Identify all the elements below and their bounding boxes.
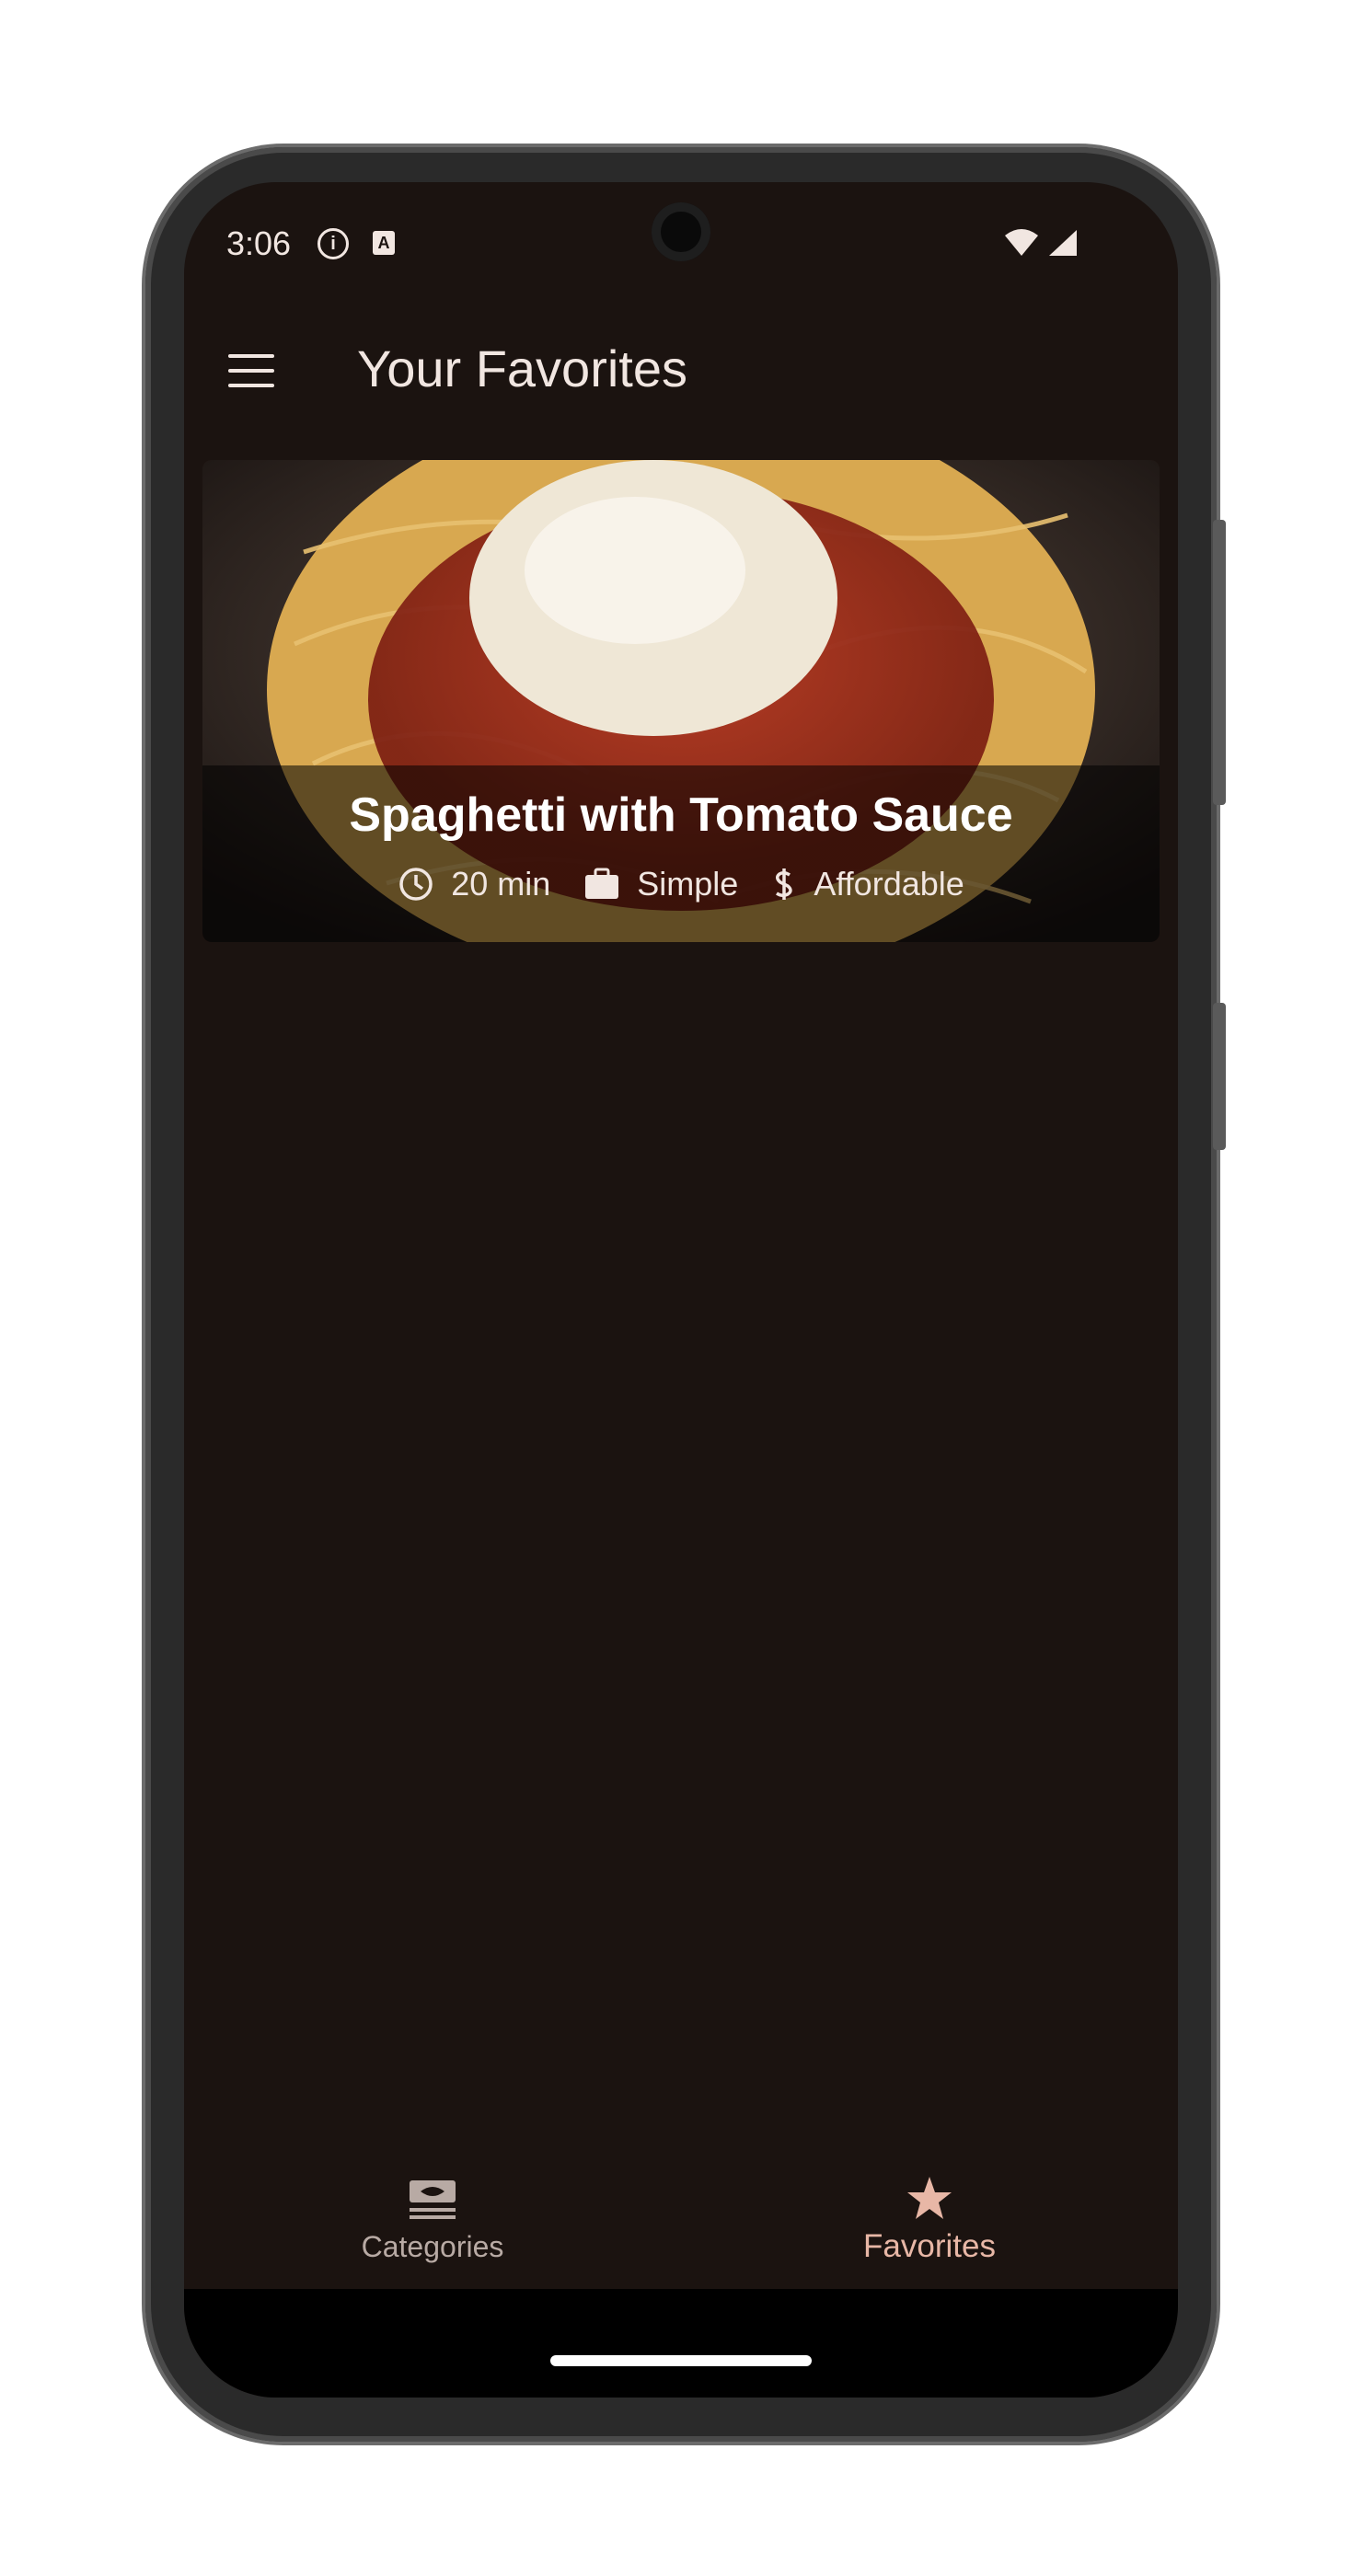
meal-complexity-text: Simple bbox=[637, 865, 739, 903]
nav-favorites-label: Favorites bbox=[863, 2228, 996, 2264]
front-camera bbox=[652, 202, 710, 261]
page-title: Your Favorites bbox=[357, 339, 687, 397]
clock-icon bbox=[399, 868, 433, 901]
power-button bbox=[1213, 520, 1226, 805]
volume-button bbox=[1213, 1003, 1226, 1150]
meal-card[interactable]: Spaghetti with Tomato Sauce 20 min Simpl… bbox=[202, 460, 1160, 942]
meal-affordability: Affordable bbox=[771, 865, 964, 903]
menu-icon[interactable] bbox=[228, 354, 274, 387]
wifi-icon bbox=[1005, 229, 1038, 256]
meal-title: Spaghetti with Tomato Sauce bbox=[349, 788, 1013, 842]
meal-complexity: Simple bbox=[583, 865, 738, 903]
status-time: 3:06 bbox=[226, 224, 292, 262]
info-icon: i bbox=[317, 228, 349, 259]
bottom-navigation: Categories Favorites bbox=[184, 2151, 1178, 2289]
briefcase-icon bbox=[585, 868, 619, 899]
meal-duration-text: 20 min bbox=[451, 865, 551, 903]
meal-duration: 20 min bbox=[398, 865, 550, 903]
app-bar: Your Favorites bbox=[184, 311, 1178, 431]
home-indicator[interactable] bbox=[550, 2355, 812, 2366]
nav-categories[interactable]: Categories bbox=[184, 2151, 681, 2289]
categories-icon bbox=[410, 2179, 456, 2219]
gesture-bar bbox=[184, 2289, 1178, 2398]
a-icon: A bbox=[373, 231, 395, 255]
meal-meta: 20 min Simple Affordable bbox=[202, 865, 1160, 903]
status-bar: 3:06 i A bbox=[184, 182, 1178, 311]
meal-affordability-text: Affordable bbox=[814, 865, 964, 903]
nav-categories-label: Categories bbox=[361, 2229, 504, 2263]
nav-favorites[interactable]: Favorites bbox=[681, 2151, 1178, 2289]
dollar-icon bbox=[776, 868, 793, 900]
screen: 3:06 i A Your Favorites Spaghetti with T… bbox=[184, 182, 1178, 2398]
star-icon bbox=[907, 2177, 952, 2219]
signal-icon bbox=[1049, 230, 1077, 256]
